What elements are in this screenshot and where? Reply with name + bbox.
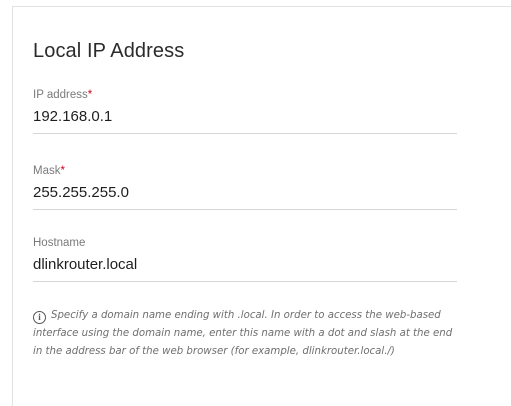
hostname-input[interactable]: [33, 256, 457, 282]
section-title: Local IP Address: [33, 40, 185, 62]
hostname-label: Hostname: [33, 237, 86, 249]
hostname-field-group: Hostname: [33, 236, 457, 282]
ip-address-label-text: IP address: [33, 89, 88, 101]
ip-address-input[interactable]: [33, 108, 457, 134]
required-asterisk: *: [87, 89, 93, 101]
mask-label: Mask*: [33, 164, 457, 178]
hint-text: Specify a domain name ending with .local…: [33, 310, 453, 357]
required-asterisk: *: [60, 165, 65, 177]
local-ip-card: Local IP Address IP address* Mask* Hostn…: [12, 6, 511, 406]
ip-address-field-group: IP address*: [33, 88, 457, 134]
mask-field-group: Mask*: [33, 164, 457, 210]
hostname-hint: i Specify a domain name ending with .loca…: [33, 307, 463, 361]
ip-address-label: IP address*: [33, 88, 457, 102]
mask-label-text: Mask: [33, 165, 61, 177]
info-icon: i: [33, 311, 46, 324]
mask-input[interactable]: [33, 184, 457, 210]
